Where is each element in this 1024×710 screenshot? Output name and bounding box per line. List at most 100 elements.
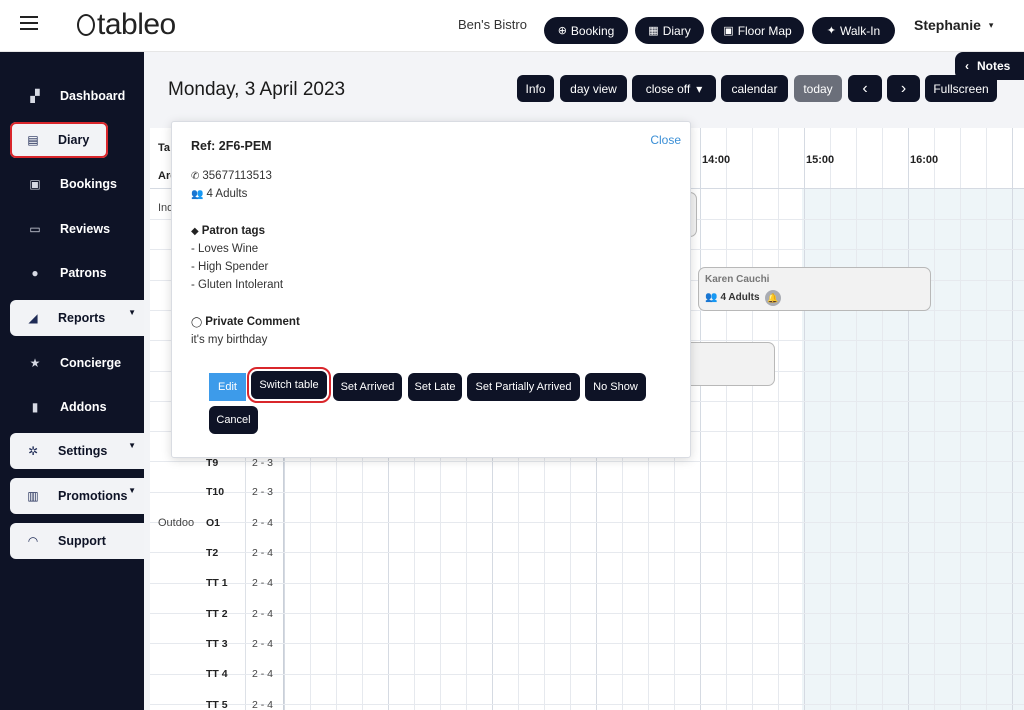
patron-tags-heading: ◆ Patron tags	[191, 225, 265, 237]
table-size: 2 - 4	[252, 517, 274, 529]
booking-detail-popup: Close Ref: 2F6-PEM ✆ 35677113513 👥 4 Adult…	[171, 121, 691, 458]
patron-tag: - High Spender	[191, 261, 269, 273]
guest-count: 4 Adults	[206, 188, 248, 200]
tableo-logo[interactable]: tableo	[77, 8, 176, 42]
walking-icon: ✦	[826, 25, 836, 37]
chart-icon: ◢	[28, 311, 38, 325]
reviews-icon: ▭	[29, 222, 41, 236]
next-day-button[interactable]: ›	[887, 75, 920, 102]
table-size: 2 - 4	[252, 608, 274, 620]
grid-column-line	[986, 128, 987, 710]
chevron-left-icon: ‹	[965, 59, 969, 73]
star-icon: ★	[29, 356, 41, 370]
set-arrived-button[interactable]: Set Arrived	[333, 373, 402, 401]
logo-ring-icon	[77, 14, 95, 36]
sidebar-item-reviews[interactable]: ▭ Reviews	[12, 211, 142, 247]
headset-icon: ◠	[28, 534, 38, 548]
prev-day-button[interactable]: ‹	[848, 75, 882, 102]
table-label[interactable]: TT 3	[206, 638, 228, 650]
hamburger-menu-icon[interactable]	[20, 16, 38, 30]
table-label[interactable]: TT 2	[206, 608, 228, 620]
floor-map-icon: ▣	[723, 25, 734, 37]
booking-guest-name: Karen Cauchi	[705, 274, 770, 285]
table-label[interactable]: T9	[206, 457, 218, 469]
patron-tag: - Loves Wine	[191, 243, 259, 255]
set-partially-arrived-button[interactable]: Set Partially Arrived	[467, 373, 580, 401]
floor-map-button[interactable]: ▣ Floor Map	[711, 17, 804, 44]
set-late-button[interactable]: Set Late	[408, 373, 462, 401]
caret-down-icon: ▾	[988, 20, 994, 30]
grid-row-line	[150, 492, 1024, 493]
switch-table-button[interactable]: Switch table	[247, 367, 331, 403]
grid-row-line	[150, 613, 1024, 614]
info-button[interactable]: Info	[517, 75, 554, 102]
sidebar-item-patrons[interactable]: ● Patrons	[12, 255, 142, 291]
sidebar-item-addons[interactable]: ▮ Addons	[12, 389, 142, 425]
sidebar-item-reports[interactable]: ◢ Reports ▼	[10, 300, 144, 336]
booking-block[interactable]: Karen Cauchi 👥 4 Adults 🔔	[698, 267, 931, 311]
calendar-icon: ▤	[27, 133, 39, 147]
table-size: 2 - 4	[252, 699, 274, 710]
day-view-button[interactable]: day view	[560, 75, 627, 102]
sidebar-item-bookings[interactable]: ▣ Bookings	[12, 166, 142, 202]
table-size: 2 - 4	[252, 577, 274, 589]
grid-column-line	[700, 128, 701, 710]
table-size: 2 - 4	[252, 638, 274, 650]
grid-column-line	[726, 128, 727, 710]
private-comment-text: it's my birthday	[191, 334, 268, 346]
fullscreen-button[interactable]: Fullscreen	[925, 75, 997, 102]
new-booking-button[interactable]: ⊕ Booking	[544, 17, 628, 44]
grid-row-line	[150, 704, 1024, 705]
phone-icon: ✆	[191, 171, 200, 182]
dropdown-arrow-icon: ▼	[128, 308, 136, 317]
page-title-date: Monday, 3 April 2023	[168, 79, 346, 100]
patron-icon: ●	[31, 266, 39, 280]
grid-column-line	[960, 128, 961, 710]
guests-line: 👥 4 Adults	[191, 188, 247, 200]
sidebar-item-support[interactable]: ◠ Support	[10, 523, 144, 559]
table-label[interactable]: T10	[206, 486, 224, 498]
calendar-icon: ▦	[648, 25, 659, 37]
grid-row-line	[150, 643, 1024, 644]
time-header-16: 16:00	[910, 154, 939, 166]
sidebar-item-diary[interactable]: ▤ Diary	[10, 122, 108, 158]
time-header-15: 15:00	[806, 154, 835, 166]
calendar-button[interactable]: calendar	[721, 75, 788, 102]
table-label[interactable]: O1	[206, 517, 220, 529]
no-show-button[interactable]: No Show	[585, 373, 646, 401]
table-size: 2 - 4	[252, 547, 274, 559]
edit-booking-button[interactable]: Edit	[209, 373, 246, 401]
walk-in-button[interactable]: ✦ Walk-In	[812, 17, 895, 44]
table-label[interactable]: TT 4	[206, 668, 228, 680]
cancel-booking-button[interactable]: Cancel	[209, 406, 258, 434]
grid-column-line	[778, 128, 779, 710]
user-menu[interactable]: Stephanie ▾	[914, 17, 993, 33]
diary-button[interactable]: ▦ Diary	[635, 17, 704, 44]
booking-party-size: 👥 4 Adults	[705, 292, 760, 303]
people-icon: 👥	[191, 189, 204, 200]
booking-reference: Ref: 2F6-PEM	[191, 139, 272, 153]
table-size: 2 - 4	[252, 668, 274, 680]
grid-column-line	[804, 128, 805, 710]
comment-icon: ◯	[191, 317, 203, 328]
table-size: 2 - 3	[252, 457, 274, 469]
grid-column-line	[882, 128, 883, 710]
sidebar-item-dashboard[interactable]: ▞ Dashboard	[12, 78, 142, 114]
table-column-header: Ta	[158, 142, 171, 154]
sidebar-item-settings[interactable]: ✲ Settings ▼	[10, 433, 144, 469]
time-header-14: 14:00	[702, 154, 731, 166]
sidebar-item-concierge[interactable]: ★ Concierge	[12, 345, 142, 381]
dropdown-arrow-icon: ▼	[128, 486, 136, 495]
grid-row-line	[150, 461, 1024, 462]
close-off-dropdown[interactable]: close off ▾	[632, 75, 716, 102]
grid-column-line	[1012, 128, 1013, 710]
sidebar-item-promotions[interactable]: ▥ Promotions ▼	[10, 478, 144, 514]
today-button[interactable]: today	[794, 75, 842, 102]
table-label[interactable]: TT 1	[206, 577, 228, 589]
grid-column-line	[856, 128, 857, 710]
close-popup-link[interactable]: Close	[650, 133, 681, 147]
grid-column-line	[830, 128, 831, 710]
table-label[interactable]: TT 5	[206, 699, 228, 710]
table-label[interactable]: T2	[206, 547, 218, 559]
addons-icon: ▮	[31, 400, 39, 414]
